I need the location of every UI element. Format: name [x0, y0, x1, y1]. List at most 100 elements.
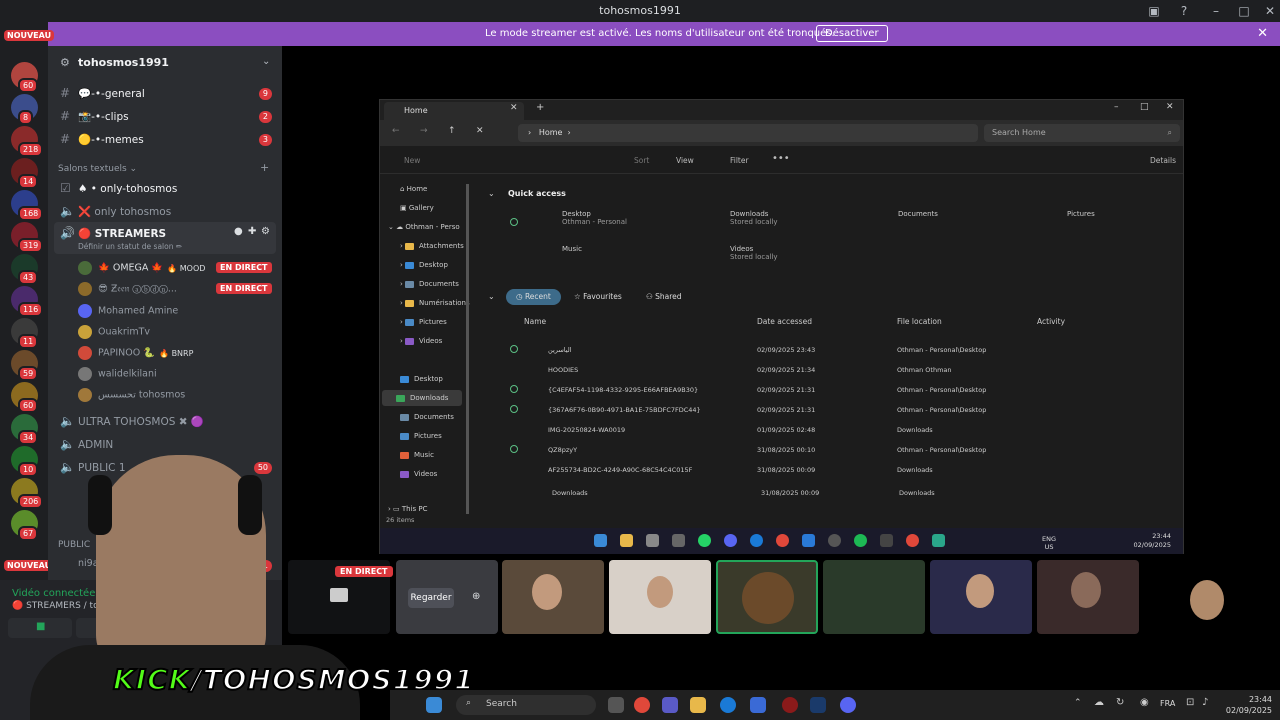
nav-folder[interactable]: › Videos: [400, 337, 442, 345]
search-input[interactable]: Search Home ⌕: [984, 124, 1180, 142]
file-name[interactable]: HOODIES: [548, 366, 578, 374]
up-icon[interactable]: ↑: [448, 126, 456, 136]
app-icon[interactable]: [932, 534, 945, 547]
voice-user[interactable]: Mohamed Amine: [78, 304, 178, 318]
zoom-icon[interactable]: ⊕: [472, 591, 480, 602]
file-name[interactable]: AF255734-BD2C-4249-A90C-68C54C4C015F: [548, 466, 692, 474]
stop-icon[interactable]: ✕: [476, 126, 484, 136]
steam-icon[interactable]: [810, 697, 826, 713]
store-icon[interactable]: [646, 534, 659, 547]
voice-user[interactable]: OuakrimTv: [78, 325, 150, 339]
column-location[interactable]: File location: [897, 317, 942, 326]
more-icon[interactable]: •••: [772, 153, 790, 164]
cloud-icon[interactable]: ☁: [1094, 697, 1104, 708]
shared-tab[interactable]: ⚇ Shared: [636, 289, 692, 305]
discord-icon[interactable]: [840, 697, 856, 713]
address-bar[interactable]: › Home ›: [518, 124, 978, 142]
teams-icon[interactable]: [662, 697, 678, 713]
vscode-icon[interactable]: [802, 534, 815, 547]
file-name[interactable]: QZ8pzyY: [548, 446, 577, 454]
nav-folder[interactable]: › Pictures: [400, 318, 447, 326]
video-tile[interactable]: [609, 560, 711, 634]
nav-gallery[interactable]: ▣ Gallery: [400, 204, 434, 212]
maximize-icon[interactable]: □: [1140, 102, 1149, 112]
task-view-icon[interactable]: [608, 697, 624, 713]
volume-icon[interactable]: ♪: [1202, 697, 1208, 708]
nav-home[interactable]: ⌂ Home: [400, 185, 427, 193]
file-name[interactable]: الياسرين: [548, 346, 572, 354]
close-banner-icon[interactable]: ✕: [1257, 26, 1268, 41]
app-icon[interactable]: [828, 534, 841, 547]
chevron-down-icon[interactable]: ⌄: [262, 56, 270, 67]
quick-access-item[interactable]: Videos Stored locally: [730, 245, 778, 261]
quick-access-item[interactable]: Desktop Othman - Personal: [562, 210, 627, 226]
quick-access-header[interactable]: Quick access: [508, 189, 566, 198]
close-window-icon[interactable]: ✕: [1262, 3, 1278, 19]
tray-chevron-icon[interactable]: ⌃: [1074, 698, 1082, 708]
new-button[interactable]: New: [404, 156, 420, 165]
close-icon[interactable]: ✕: [1166, 102, 1174, 112]
video-tile[interactable]: [823, 560, 925, 634]
nav-pinned-selected[interactable]: Downloads: [382, 390, 462, 406]
nav-this-pc[interactable]: › ▭ This PC: [388, 505, 428, 513]
taskbar-clock[interactable]: 23:44 02/09/2025: [1226, 694, 1272, 716]
taskbar-search[interactable]: ⌕ Search: [456, 695, 596, 715]
chrome-icon[interactable]: [634, 697, 650, 713]
video-tile[interactable]: [716, 560, 818, 634]
voice-user[interactable]: PAPINOO 🐍 🔥 BNRP: [78, 346, 193, 360]
chrome-icon[interactable]: [776, 534, 789, 547]
video-tile[interactable]: [502, 560, 604, 634]
store-icon[interactable]: [750, 697, 766, 713]
app-icon[interactable]: [880, 534, 893, 547]
nav-pinned[interactable]: Videos: [400, 470, 437, 478]
nav-folder[interactable]: › Desktop: [400, 261, 448, 269]
file-name[interactable]: Downloads: [552, 489, 588, 497]
channel-clips[interactable]: # 📸-•-clips: [60, 109, 129, 123]
quick-access-item[interactable]: Music: [562, 245, 582, 253]
voice-user[interactable]: walidelkilani: [78, 367, 157, 381]
minimize-icon[interactable]: –: [1114, 102, 1119, 112]
nav-pinned[interactable]: Pictures: [400, 432, 442, 440]
inbox-icon[interactable]: ▣: [1146, 3, 1162, 19]
chevron-down-icon[interactable]: ⌄: [488, 189, 495, 198]
voice-channel-only-tohosmos[interactable]: 🔈 ❌ only tohosmos: [60, 204, 171, 218]
video-tile[interactable]: [1037, 560, 1139, 634]
minimize-icon[interactable]: –: [1208, 3, 1224, 19]
chevron-down-icon[interactable]: ⌄: [488, 292, 495, 301]
view-button[interactable]: View: [676, 156, 694, 165]
sync-tray-icon[interactable]: ↻: [1116, 697, 1124, 708]
column-activity[interactable]: Activity: [1037, 317, 1065, 326]
channel-general[interactable]: # 💬-•-general: [60, 86, 145, 100]
disable-streamer-button[interactable]: Désactiver: [816, 25, 888, 42]
file-explorer-window[interactable]: Home ✕ + – □ ✕ ← → ↑ ✕ › Home › Search H…: [379, 99, 1184, 554]
close-tab-icon[interactable]: ✕: [510, 103, 518, 113]
video-tile[interactable]: Regarder ⊕: [396, 560, 498, 634]
voice-channel-streamers[interactable]: 🔊 🔴 STREAMERS: [60, 226, 166, 240]
nav-pinned[interactable]: Desktop: [400, 375, 443, 383]
discord-icon[interactable]: [724, 534, 737, 547]
voice-user[interactable]: تحسسس tohosmos: [78, 388, 185, 402]
category-header[interactable]: Salons textuels ⌄: [58, 164, 137, 174]
explorer-icon[interactable]: [690, 697, 706, 713]
tray-clock[interactable]: 23:44 02/09/2025: [1134, 532, 1171, 550]
voice-user[interactable]: 🍁 OMEGA 🍁 🔥 MOOD: [78, 261, 205, 275]
watch-button[interactable]: Regarder: [408, 588, 454, 608]
language-indicator[interactable]: ENG US: [1042, 535, 1056, 551]
invite-icon[interactable]: ✚: [248, 226, 256, 237]
language-indicator[interactable]: FRA: [1160, 699, 1175, 708]
settings-icon[interactable]: [672, 534, 685, 547]
back-icon[interactable]: ←: [392, 126, 400, 136]
file-name[interactable]: IMG-20250824-WA0019: [548, 426, 625, 434]
file-name[interactable]: {C4EFAF54-1198-4332-9295-E66AFBEA9B30}: [548, 386, 698, 394]
chrome-icon[interactable]: [906, 534, 919, 547]
channel-status[interactable]: Définir un statut de salon ✏: [78, 242, 182, 251]
recent-tab[interactable]: ◷ Recent: [506, 289, 561, 305]
file-name[interactable]: {367A6F76-0B90-4971-BA1E-75BDFC7FDC44}: [548, 406, 701, 414]
quick-access-item[interactable]: Documents: [898, 210, 938, 218]
start-icon[interactable]: [426, 697, 442, 713]
quick-access-item[interactable]: Downloads Stored locally: [730, 210, 778, 226]
chat-icon[interactable]: ●: [234, 226, 243, 237]
maximize-icon[interactable]: □: [1236, 3, 1252, 19]
server-name[interactable]: tohosmos1991: [78, 56, 169, 69]
forward-icon[interactable]: →: [420, 126, 428, 136]
